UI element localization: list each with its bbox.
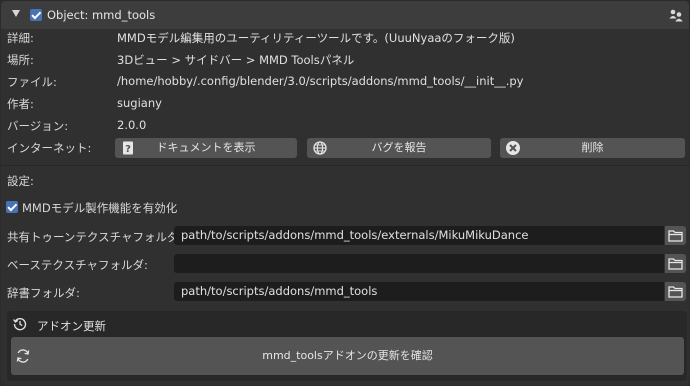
file-value: /home/hobby/.config/blender/3.0/scripts/…: [117, 74, 524, 88]
file-label: ファイル:: [7, 75, 57, 89]
shared-toon-folder-input[interactable]: path/to/scripts/addons/mmd_tools/externa…: [174, 226, 664, 245]
dictionary-folder-label: 辞書フォルダ:: [7, 286, 80, 300]
internet-label: インターネット:: [7, 141, 92, 155]
collapse-triangle-icon[interactable]: [12, 10, 20, 17]
section-divider: [1, 165, 689, 166]
base-texture-folder-browse-button[interactable]: [665, 254, 686, 273]
report-bug-button[interactable]: バグを報告: [307, 138, 491, 158]
description-value: MMDモデル編集用のユーティリティーツールです。(UuuNyaaのフォーク版): [117, 31, 515, 45]
location-label: 場所:: [7, 53, 34, 67]
documentation-button-label: ドキュメントを表示: [156, 141, 256, 154]
addon-title: Object: mmd_tools: [47, 8, 156, 22]
addon-header[interactable]: Object: mmd_tools: [1, 1, 689, 29]
version-value: 2.0.0: [117, 118, 147, 132]
shared-toon-folder-label: 共有トゥーンテクスチャフォルダ:: [7, 230, 183, 244]
documentation-button[interactable]: ? ドキュメントを表示: [115, 138, 297, 158]
base-texture-folder-input[interactable]: [174, 254, 664, 273]
check-for-update-button[interactable]: mmd_toolsアドオンの更新を確認: [11, 337, 684, 375]
report-bug-button-label: バグを報告: [371, 141, 427, 154]
remove-addon-button-label: 削除: [581, 141, 604, 154]
addon-updater-title: アドオン更新: [37, 319, 106, 333]
help-document-icon: ?: [123, 141, 133, 155]
mmd-model-production-label[interactable]: MMDモデル製作機能を有効化: [22, 200, 177, 216]
user-preferences-icon[interactable]: [669, 8, 683, 22]
enable-addon-checkbox[interactable]: [30, 9, 42, 21]
location-value: 3Dビュー > サイドバー > MMD Toolsパネル: [117, 53, 355, 67]
addon-panel: Object: mmd_tools 詳細: MMDモデル編集用のユーティリティー…: [1, 1, 689, 385]
x-circle-icon: [506, 141, 520, 155]
folder-icon: [668, 286, 683, 298]
version-label: バージョン:: [7, 119, 69, 133]
addon-updater-box: アドオン更新 mmd_toolsアドオンの更新を確認: [7, 311, 687, 381]
refresh-icon: [16, 349, 30, 363]
folder-icon: [668, 230, 683, 242]
remove-addon-button[interactable]: 削除: [500, 138, 685, 158]
svg-text:?: ?: [125, 144, 131, 155]
base-texture-folder-label: ベーステクスチャフォルダ:: [7, 258, 148, 272]
dictionary-folder-input[interactable]: path/to/scripts/addons/mmd_tools: [174, 282, 664, 301]
dictionary-folder-browse-button[interactable]: [665, 282, 686, 301]
author-label: 作者:: [7, 97, 34, 111]
mmd-model-production-checkbox[interactable]: [6, 201, 18, 213]
history-clock-icon: [13, 318, 27, 331]
folder-icon: [668, 258, 683, 270]
check-for-update-button-label: mmd_toolsアドオンの更新を確認: [262, 349, 433, 362]
description-label: 詳細:: [7, 31, 34, 45]
settings-label: 設定:: [7, 174, 34, 188]
globe-icon: [313, 141, 327, 155]
author-value: sugiany: [117, 96, 162, 110]
shared-toon-folder-browse-button[interactable]: [665, 226, 686, 245]
